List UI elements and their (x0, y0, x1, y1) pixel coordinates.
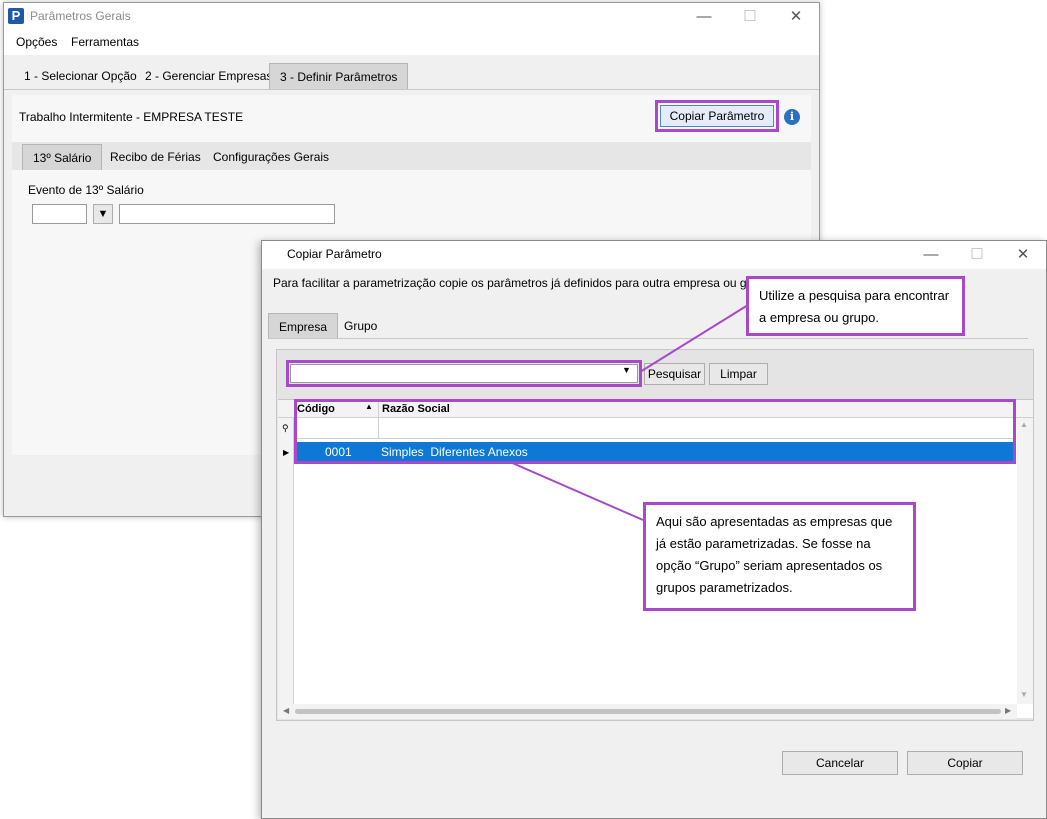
scroll-left-icon[interactable]: ◀ (283, 706, 289, 715)
search-highlight: ▼ (286, 360, 642, 387)
main-window-titlebar: P Parâmetros Gerais — ☐ ✕ (4, 3, 819, 31)
menu-bar: Opções Ferramentas (4, 31, 819, 55)
evento-code-input[interactable] (32, 204, 87, 224)
horizontal-scrollbar[interactable]: ◀ ▶ (278, 704, 1017, 719)
vertical-scrollbar[interactable]: ▲ ▼ (1017, 418, 1033, 704)
subtab-configuracoes-gerais[interactable]: Configurações Gerais (203, 144, 339, 170)
copy-button-highlight: Copiar Parâmetro (655, 100, 779, 132)
menu-ferramentas[interactable]: Ferramentas (71, 35, 139, 49)
context-label: Trabalho Intermitente - EMPRESA TESTE (19, 110, 244, 124)
scroll-right-icon[interactable]: ▶ (1005, 706, 1011, 715)
close-icon[interactable]: ✕ (773, 3, 819, 31)
wizard-tabs: 1 - Selecionar Opção 2 - Gerenciar Empre… (4, 55, 819, 89)
tab-selecionar-opcao[interactable]: 1 - Selecionar Opção (14, 63, 147, 89)
row-indicator-column (278, 418, 294, 719)
subtab-recibo-ferias[interactable]: Recibo de Férias (100, 144, 211, 170)
tab-definir-parametros[interactable]: 3 - Definir Parâmetros (269, 63, 409, 89)
copiar-parametro-button[interactable]: Copiar Parâmetro (660, 105, 774, 127)
dialog-tab-empresa[interactable]: Empresa (268, 313, 339, 339)
cancelar-button[interactable]: Cancelar (782, 751, 898, 775)
grid-highlight (294, 399, 1016, 464)
callout-search-hint: Utilize a pesquisa para encontrar a empr… (746, 276, 965, 336)
sub-tabs: 13º Salário Recibo de Férias Configuraçõ… (12, 142, 811, 170)
tab-divider (4, 89, 819, 90)
dialog-close-icon[interactable]: ✕ (1000, 241, 1046, 269)
menu-opcoes[interactable]: Opções (16, 35, 57, 49)
pesquisar-button[interactable]: Pesquisar (644, 363, 705, 385)
evento-label: Evento de 13º Salário (28, 183, 144, 197)
evento-dropdown-button[interactable]: ▼ (93, 204, 113, 224)
tab-gerenciar-empresas[interactable]: 2 - Gerenciar Empresas (135, 63, 282, 89)
callout-grid-hint: Aqui são apresentadas as empresas que já… (643, 502, 916, 611)
info-icon[interactable]: i (784, 109, 800, 125)
scroll-up-icon[interactable]: ▲ (1020, 420, 1028, 429)
dialog-titlebar: Copiar Parâmetro — ☐ ✕ (262, 241, 1046, 269)
dialog-maximize-icon[interactable]: ☐ (954, 241, 1000, 269)
dialog-description: Para facilitar a parametrização copie os… (273, 276, 771, 290)
minimize-icon[interactable]: — (681, 3, 727, 31)
filter-row-icon: ⚲ (282, 423, 289, 433)
copiar-button[interactable]: Copiar (907, 751, 1023, 775)
evento-description-input[interactable] (119, 204, 335, 224)
maximize-icon[interactable]: ☐ (727, 3, 773, 31)
search-combobox[interactable] (290, 364, 638, 383)
scroll-down-icon[interactable]: ▼ (1020, 690, 1028, 699)
app-logo-icon: P (8, 8, 24, 24)
main-window-title: Parâmetros Gerais (30, 9, 131, 23)
dialog-tab-grupo[interactable]: Grupo (334, 313, 387, 339)
dialog-minimize-icon[interactable]: — (908, 241, 954, 269)
chevron-down-icon[interactable]: ▼ (622, 365, 631, 375)
dialog-tab-divider (268, 338, 1028, 339)
dialog-title: Copiar Parâmetro (287, 247, 382, 261)
current-row-icon: ▶ (283, 448, 290, 457)
subtab-13-salario[interactable]: 13º Salário (22, 144, 103, 170)
scroll-thumb[interactable] (295, 709, 1001, 714)
limpar-button[interactable]: Limpar (709, 363, 768, 385)
